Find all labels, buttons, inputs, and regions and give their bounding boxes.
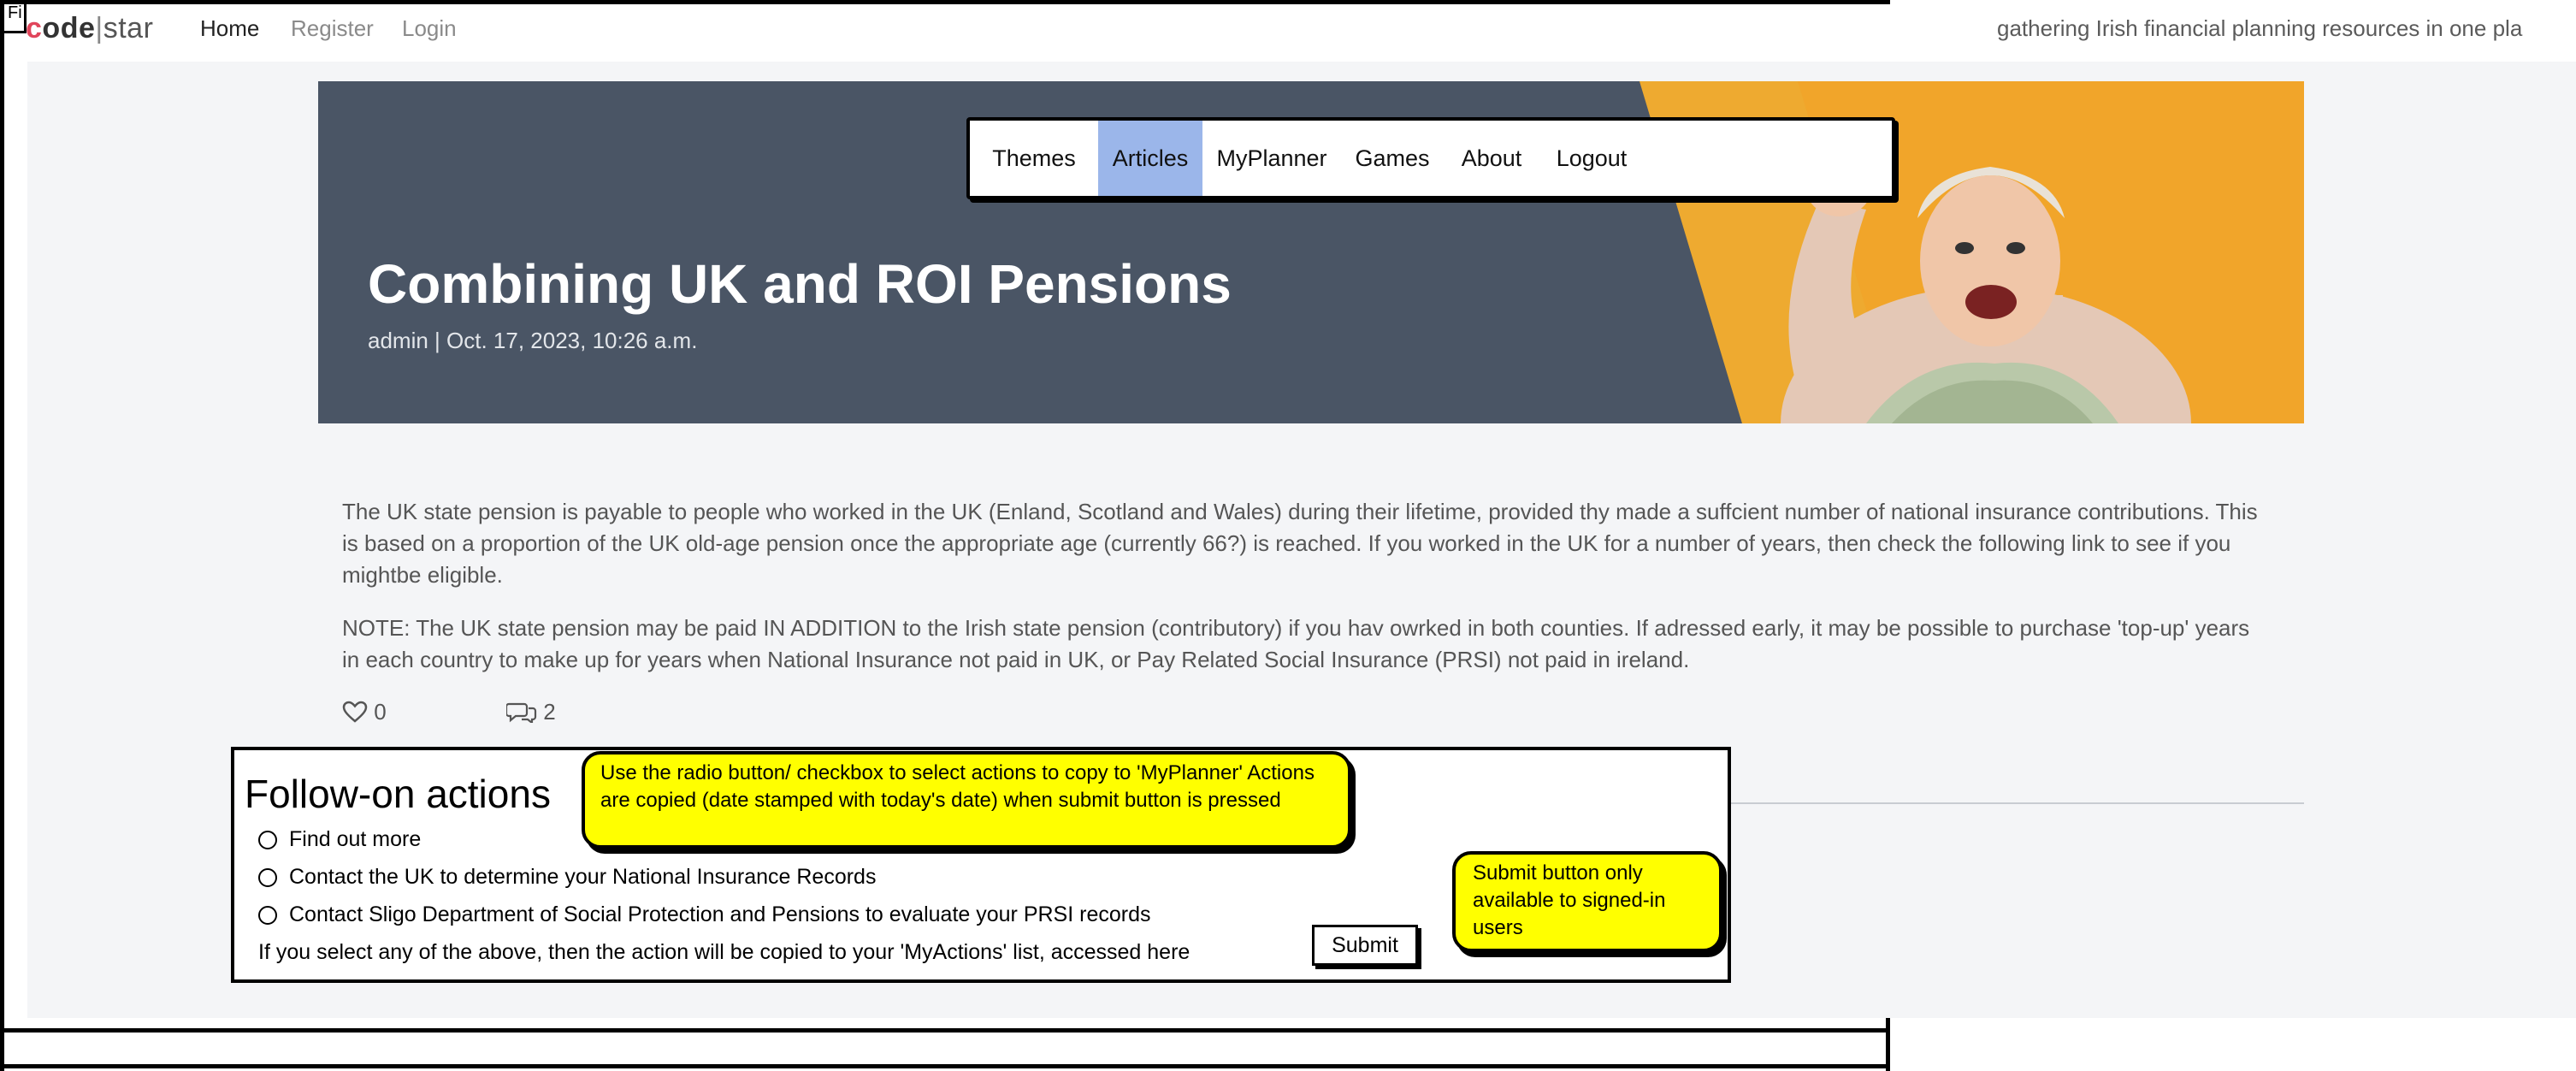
menu-item-about[interactable]: About — [1444, 121, 1539, 196]
frame-border-left — [0, 0, 4, 1071]
nav-home-link[interactable]: Home — [200, 15, 259, 42]
nav-login-link[interactable]: Login — [402, 15, 457, 42]
frame-border-right — [1886, 1018, 1890, 1071]
myactions-note: If you select any of the above, then the… — [258, 940, 1191, 964]
article-paragraph-2: NOTE: The UK state pension may be paid I… — [342, 615, 2250, 672]
option-contact-uk[interactable]: Contact the UK to determine your Nationa… — [258, 865, 876, 890]
nav-register-link[interactable]: Register — [291, 15, 374, 42]
comments-value: 2 — [543, 699, 556, 725]
logo-code: ode — [42, 12, 96, 44]
content-divider — [1726, 802, 2304, 804]
article-paragraph-1: The UK state pension is payable to peopl… — [342, 499, 2258, 588]
option-label: Contact the UK to determine your Nationa… — [289, 865, 877, 889]
main-menu: Themes Articles MyPlanner Games About Lo… — [966, 117, 1895, 199]
follow-on-title: Follow-on actions — [245, 772, 551, 816]
frame-corner-tab: Fi — [4, 4, 27, 33]
radio-button[interactable] — [258, 830, 277, 849]
menu-item-themes[interactable]: Themes — [970, 121, 1098, 196]
radio-button[interactable] — [258, 867, 277, 887]
logo-bar: | — [95, 12, 103, 44]
menu-item-articles[interactable]: Articles — [1098, 121, 1202, 196]
menu-item-myplanner[interactable]: MyPlanner — [1202, 121, 1341, 196]
comments-icon — [505, 702, 537, 725]
frame-border-bottom — [0, 1028, 1890, 1033]
site-tagline: gathering Irish financial planning resou… — [1997, 15, 2523, 41]
radio-help-annotation: Use the radio button/ checkbox to select… — [582, 751, 1351, 849]
article-meta: admin | Oct. 17, 2023, 10:26 a.m. — [368, 328, 698, 353]
logo-c: c — [26, 12, 43, 44]
site-logo[interactable]: code|star — [26, 12, 153, 45]
menu-item-games[interactable]: Games — [1341, 121, 1444, 196]
article-title: Combining UK and ROI Pensions — [368, 253, 1232, 315]
radio-button[interactable] — [258, 905, 277, 925]
likes-value: 0 — [374, 699, 387, 725]
frame-border-top — [0, 0, 1890, 4]
logo-star: star — [103, 12, 154, 44]
top-navbar: code|star Home Register Login gathering … — [0, 0, 2576, 62]
menu-item-logout[interactable]: Logout — [1539, 121, 1644, 196]
heart-icon — [342, 701, 368, 723]
option-label: Contact Sligo Department of Social Prote… — [289, 902, 1151, 926]
comment-count[interactable]: 2 — [505, 699, 556, 725]
submit-button[interactable]: Submit — [1312, 925, 1418, 966]
option-find-out-more[interactable]: Find out more — [258, 827, 421, 852]
like-count[interactable]: 0 — [342, 699, 387, 725]
option-contact-sligo[interactable]: Contact Sligo Department of Social Prote… — [258, 902, 1150, 927]
option-label: Find out more — [289, 827, 422, 851]
frame-border-bottom-outer — [0, 1064, 1890, 1068]
submit-help-annotation: Submit button only available to signed-i… — [1452, 851, 1722, 952]
